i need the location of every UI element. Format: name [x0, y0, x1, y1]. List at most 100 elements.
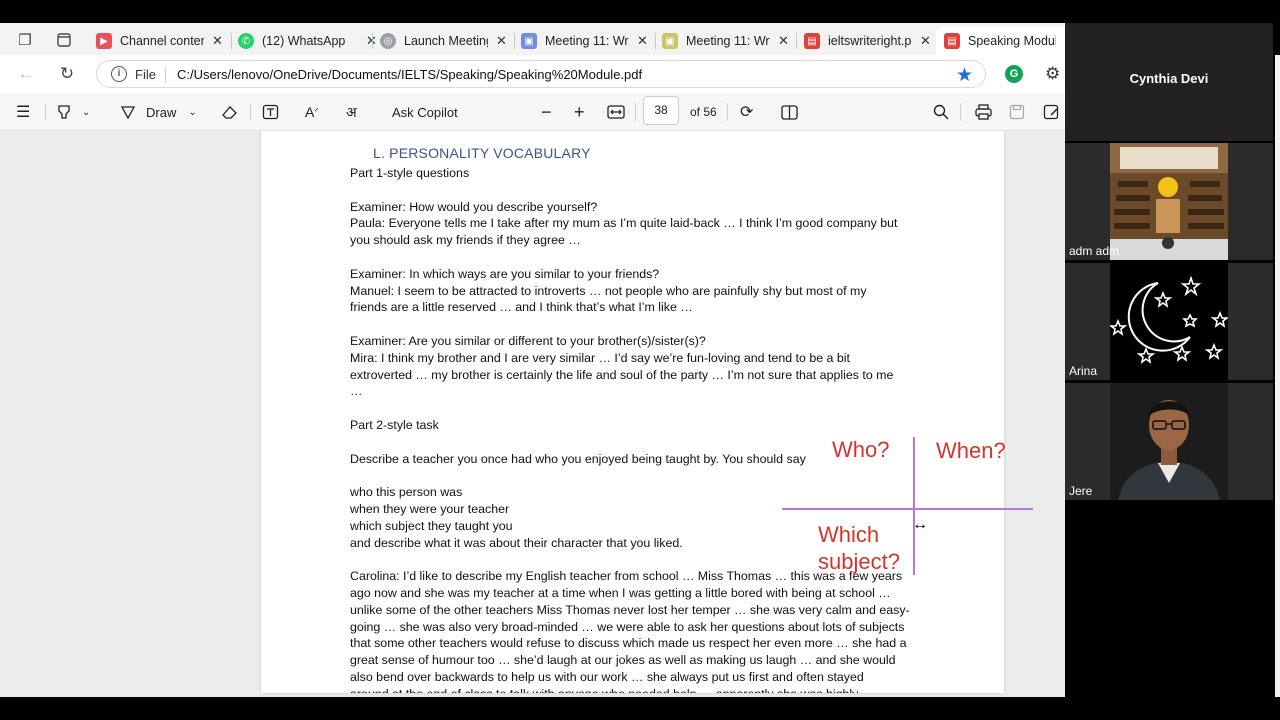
close-tab-icon[interactable]: ✕ [496, 33, 507, 49]
document-line: that some other teachers would refuse to… [350, 636, 907, 651]
page-total: of 56 [690, 105, 717, 119]
document-line: Part 1-style questions [350, 166, 470, 180]
document-line: who this person was [350, 485, 463, 500]
url-field[interactable]: i File C:/Users/lenovo/OneDrive/Document… [96, 60, 986, 88]
annotation-subject: subject? [818, 549, 900, 574]
annotation-vertical-line [913, 437, 915, 575]
close-tab-icon[interactable]: ✕ [637, 33, 648, 49]
grammarly-extension-icon[interactable]: G [1005, 65, 1023, 83]
favorite-star-icon[interactable]: ★ [956, 64, 973, 87]
participant-tile[interactable]: Cynthia Devi [1065, 23, 1273, 141]
zoom-out-icon[interactable]: − [541, 101, 552, 123]
video-feed-auditorium [1110, 143, 1228, 260]
page-number-input[interactable]: 38 [643, 96, 679, 125]
tab-actions-icon[interactable] [50, 29, 78, 51]
participant-name: Arina [1069, 364, 1098, 378]
draw-button[interactable]: Draw ⌄ [120, 101, 197, 123]
document-line: which subject they taught you [350, 518, 513, 533]
pdf-document-area[interactable]: L. PERSONALITY VOCABULARY Part 1-style q… [0, 131, 1065, 697]
resize-cursor-icon: ↔ [912, 516, 928, 533]
scheme-label: File [135, 67, 156, 82]
tab-title: Channel content [120, 34, 204, 48]
tab-ieltswriteright[interactable]: ▤ ieltswriteright.pd ✕ [804, 27, 931, 55]
close-tab-icon[interactable]: ✕ [778, 33, 789, 49]
address-bar: ← ↻ i File C:/Users/lenovo/OneDrive/Docu… [0, 55, 1065, 93]
refresh-icon[interactable]: ↻ [55, 63, 79, 85]
text-box-icon[interactable] [262, 101, 279, 123]
bottom-black-bar [0, 697, 1280, 720]
avatar-moon-stars [1110, 263, 1228, 380]
close-tab-icon[interactable]: ✕ [212, 33, 223, 49]
document-line: Describe a teacher you once had who you … [350, 451, 806, 466]
tab-title: Speaking Modul [968, 34, 1056, 48]
page-view-icon[interactable] [781, 101, 798, 123]
translate-icon[interactable]: अ [346, 101, 357, 123]
participant-tile[interactable]: adm adm [1065, 143, 1273, 260]
annotation-which: Which [818, 522, 880, 547]
url-text[interactable]: C:/Users/lenovo/OneDrive/Documents/IELTS… [177, 67, 642, 82]
form-icon: ▣ [521, 33, 537, 49]
tab-meeting-11-b[interactable]: ▣ Meeting 11: Writ ✕ [662, 27, 789, 55]
video-feed-person [1110, 383, 1228, 500]
participant-name: Cynthia Devi [1129, 71, 1209, 86]
close-tab-icon[interactable]: ✕ [920, 33, 931, 49]
tab-channel-content[interactable]: ▶ Channel content ✕ [96, 27, 223, 55]
document-line: Manuel: I seem to be attracted to introv… [350, 283, 867, 298]
draw-label: Draw [146, 104, 177, 120]
document-line: Mira: I think my brother and I are very … [350, 350, 850, 365]
workspaces-icon[interactable]: ❐ [8, 29, 42, 51]
extensions-icon[interactable]: ⚙ [1045, 64, 1060, 84]
ask-copilot-button[interactable]: Ask Copilot [392, 101, 458, 123]
tab-title: Meeting 11: Writ [686, 34, 770, 48]
form-icon: ▣ [662, 33, 678, 49]
chevron-down-icon: ⌄ [82, 106, 91, 118]
eraser-icon[interactable] [221, 101, 238, 123]
tab-title: ieltswriteright.pd [828, 34, 912, 48]
tab-title: Meeting 11: Writ [545, 34, 629, 48]
tab-title: (12) WhatsApp [262, 34, 346, 48]
tab-speaking-module[interactable]: ▤ Speaking Modul ✕ [936, 27, 1084, 55]
whatsapp-icon: ✆ [238, 33, 254, 49]
search-icon[interactable] [933, 101, 949, 123]
participant-name: Jere [1069, 484, 1093, 498]
pdf-icon: ▤ [944, 33, 960, 49]
document-line: Examiner: Are you similar or different t… [350, 334, 706, 348]
tab-launch-meeting[interactable]: ◎ Launch Meeting ✕ [380, 27, 507, 55]
pdf-toolbar: ☰ ⌄ Draw ⌄ Aᐟ अ Ask Copilot − + 38 of 56… [0, 93, 1065, 131]
document-line: also bend over backwards to help us with… [350, 670, 864, 684]
rotate-icon[interactable]: ⟳ [740, 101, 753, 123]
document-line: ago now and she was my teacher at a time… [350, 586, 891, 600]
participants-panel: Cynthia Devi adm adm Arina Jere [1065, 23, 1275, 697]
annotation-who: Who? [832, 437, 890, 462]
participant-tile[interactable]: Jere [1065, 383, 1273, 500]
participant-name: adm adm [1069, 244, 1120, 258]
back-arrow-icon[interactable]: ← [14, 63, 38, 85]
document-line: going … she was also very broad-minded …… [350, 619, 905, 634]
save-icon[interactable] [1009, 101, 1025, 123]
pdf-page: L. PERSONALITY VOCABULARY Part 1-style q… [261, 131, 1004, 693]
document-line: … [350, 384, 363, 399]
zoom-in-icon[interactable]: + [574, 101, 585, 123]
fit-page-icon[interactable] [607, 101, 625, 123]
document-line: around at the end of class to talk with … [350, 686, 858, 693]
document-line: unlike some of the other teachers Miss T… [350, 602, 910, 617]
highlight-button[interactable]: ⌄ [56, 101, 90, 123]
participant-tile[interactable]: Arina [1065, 263, 1273, 380]
tab-whatsapp[interactable]: ✆ (12) WhatsApp ✕ [238, 27, 377, 55]
read-aloud-icon[interactable]: Aᐟ [305, 101, 319, 123]
info-icon[interactable]: i [111, 66, 127, 82]
pdf-icon: ▤ [804, 33, 820, 49]
document-line: extroverted … my brother is certainly th… [350, 367, 894, 382]
globe-icon: ◎ [380, 33, 396, 49]
contents-list-icon[interactable]: ☰ [16, 101, 30, 123]
document-line: friends are a little reserved … and I th… [350, 300, 693, 315]
save-as-icon[interactable] [1043, 101, 1059, 123]
document-line: Examiner: In which ways are you similar … [350, 266, 660, 281]
annotation-horizontal-line [782, 508, 1033, 510]
chevron-down-icon: ⌄ [188, 106, 197, 118]
youtube-icon: ▶ [96, 33, 112, 49]
draw-pen-icon [120, 106, 136, 120]
document-line: when they were your teacher [350, 502, 510, 516]
print-icon[interactable] [975, 101, 992, 123]
tab-meeting-11-a[interactable]: ▣ Meeting 11: Writ ✕ [521, 27, 648, 55]
